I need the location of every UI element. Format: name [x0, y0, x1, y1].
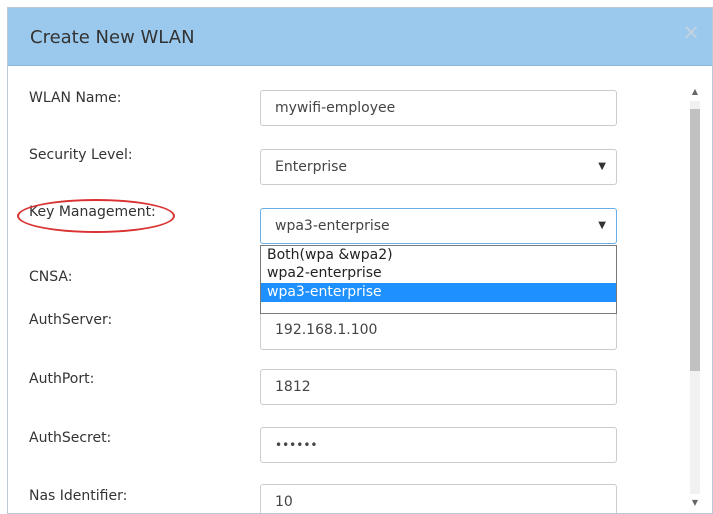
- chevron-down-icon: ▼: [598, 220, 606, 231]
- key-management-dropdown: Both(wpa &wpa2) wpa2-enterprise wpa3-ent…: [260, 245, 617, 314]
- dropdown-option-selected[interactable]: wpa3-enterprise: [261, 283, 616, 302]
- auth-secret-label: AuthSecret:: [29, 430, 112, 446]
- scroll-thumb[interactable]: [690, 109, 700, 371]
- nas-identifier-value: 10: [275, 494, 293, 510]
- dialog-title: Create New WLAN: [30, 27, 195, 48]
- key-management-select[interactable]: wpa3-enterprise ▼: [260, 208, 617, 244]
- auth-port-input[interactable]: 1812: [260, 369, 617, 405]
- auth-server-input[interactable]: 192.168.1.100: [260, 313, 617, 350]
- wlan-name-input[interactable]: mywifi-employee: [260, 90, 617, 126]
- dialog-body: WLAN Name: mywifi-employee Security Leve…: [8, 67, 712, 513]
- auth-server-value: 192.168.1.100: [275, 322, 378, 338]
- create-wlan-dialog: Create New WLAN × WLAN Name: mywifi-empl…: [7, 7, 713, 514]
- auth-secret-input[interactable]: ••••••: [260, 427, 617, 463]
- chevron-down-icon: ▼: [598, 161, 606, 172]
- vertical-scrollbar[interactable]: ▲ ▼: [688, 85, 702, 510]
- close-icon[interactable]: ×: [682, 22, 700, 43]
- cnsa-label: CNSA:: [29, 269, 73, 285]
- nas-identifier-label: Nas Identifier:: [29, 488, 128, 504]
- scroll-track[interactable]: [690, 101, 700, 494]
- auth-port-label: AuthPort:: [29, 371, 95, 387]
- auth-server-label: AuthServer:: [29, 312, 113, 328]
- security-level-value: Enterprise: [275, 159, 348, 175]
- dropdown-option[interactable]: Both(wpa &wpa2): [261, 245, 616, 264]
- dropdown-option[interactable]: wpa2-enterprise: [261, 264, 616, 283]
- auth-port-value: 1812: [275, 379, 311, 395]
- dialog-header: Create New WLAN ×: [8, 8, 712, 66]
- security-level-label: Security Level:: [29, 147, 133, 163]
- key-management-value: wpa3-enterprise: [275, 218, 390, 234]
- wlan-name-label: WLAN Name:: [29, 90, 122, 106]
- scroll-down-icon[interactable]: ▼: [688, 496, 702, 510]
- security-level-select[interactable]: Enterprise ▼: [260, 149, 617, 185]
- wlan-name-value: mywifi-employee: [275, 100, 396, 116]
- annotation-ellipse: [17, 199, 175, 233]
- scroll-up-icon[interactable]: ▲: [688, 85, 702, 99]
- auth-secret-value: ••••••: [275, 438, 318, 452]
- nas-identifier-input[interactable]: 10: [260, 484, 617, 513]
